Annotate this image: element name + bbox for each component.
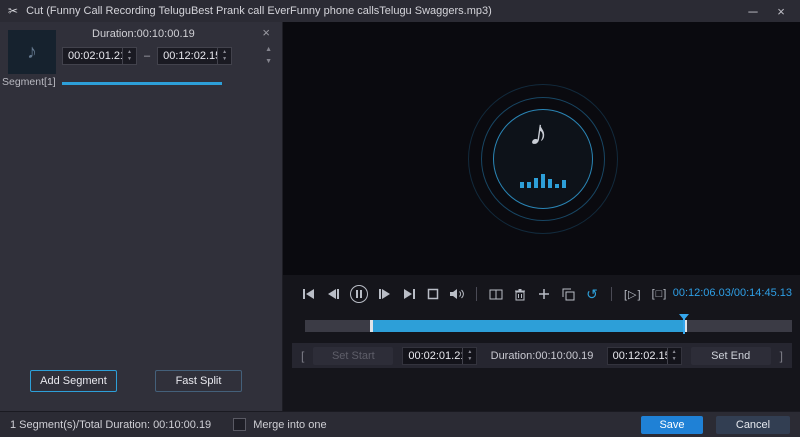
- spinner-down-icon[interactable]: ▼: [467, 357, 472, 362]
- spinner-down-icon[interactable]: ▼: [222, 57, 227, 62]
- segment-panel: ♪ Duration:00:10:00.19 × ▲ ▼ ▲ ▼ – ▲ ▼: [0, 22, 283, 411]
- spinner-down-icon[interactable]: ▼: [127, 57, 132, 62]
- stop-segment-icon[interactable]: [□]: [650, 288, 670, 300]
- segment-start-spinner: ▲ ▼: [122, 48, 136, 64]
- copy-segment-icon[interactable]: [559, 285, 577, 303]
- segment-duration-label: Duration:00:10:00.19: [92, 28, 195, 40]
- playhead-marker[interactable]: [679, 314, 689, 336]
- footer-bar: 1 Segment(s)/Total Duration: 00:10:00.19…: [0, 411, 800, 437]
- player-area: ♪: [283, 22, 800, 411]
- frame-forward-icon[interactable]: [376, 285, 394, 303]
- scissors-icon: ✂: [8, 4, 18, 18]
- frame-back-icon[interactable]: [324, 285, 342, 303]
- trim-start-input[interactable]: ▲ ▼: [402, 347, 477, 365]
- set-end-button[interactable]: Set End: [691, 347, 771, 365]
- segment-reorder: ▲ ▼: [265, 46, 272, 65]
- window-title: Cut (Funny Call Recording TeluguBest Pra…: [26, 5, 492, 17]
- selection-start-handle[interactable]: [370, 320, 373, 332]
- trim-start-value[interactable]: [403, 348, 462, 364]
- spinner-up-icon[interactable]: ▲: [672, 350, 677, 355]
- segment-start-input[interactable]: ▲ ▼: [62, 47, 137, 65]
- set-start-button[interactable]: Set Start: [313, 347, 393, 365]
- music-note-icon: ♪: [27, 41, 37, 64]
- merge-checkbox[interactable]: [233, 418, 246, 431]
- segment-end-input[interactable]: ▲ ▼: [157, 47, 232, 65]
- chevron-up-icon[interactable]: ▲: [265, 46, 272, 53]
- titlebar: ✂ Cut (Funny Call Recording TeluguBest P…: [0, 0, 800, 22]
- audio-visualization: ♪: [468, 84, 618, 234]
- spinner-up-icon[interactable]: ▲: [222, 50, 227, 55]
- spinner-up-icon[interactable]: ▲: [467, 350, 472, 355]
- timeline-selection[interactable]: [370, 320, 687, 332]
- trim-end-input[interactable]: ▲ ▼: [607, 347, 682, 365]
- segment-mini-timeline: [62, 82, 222, 85]
- play-segment-icon[interactable]: [▷]: [622, 288, 644, 301]
- save-button[interactable]: Save: [641, 416, 703, 434]
- segment-time-range: ▲ ▼ – ▲ ▼: [62, 47, 232, 65]
- spinner-up-icon[interactable]: ▲: [127, 50, 132, 55]
- preview-screen: ♪: [283, 22, 800, 275]
- transport-controls: ↺ [▷] [□]: [300, 282, 669, 306]
- minimize-button[interactable]: ─: [742, 2, 764, 20]
- trim-start-spinner: ▲ ▼: [462, 348, 476, 364]
- reset-icon[interactable]: ↺: [583, 285, 601, 303]
- controls-divider: [611, 287, 612, 301]
- chevron-down-icon[interactable]: ▼: [265, 58, 272, 65]
- split-segment-icon[interactable]: [487, 285, 505, 303]
- cancel-button[interactable]: Cancel: [716, 416, 790, 434]
- close-button[interactable]: ×: [770, 2, 792, 20]
- add-segment-icon[interactable]: [535, 285, 553, 303]
- equalizer-bars: [520, 172, 566, 188]
- window-controls: ─ ×: [742, 2, 792, 20]
- pause-icon[interactable]: [348, 283, 370, 305]
- trim-end-value[interactable]: [608, 348, 667, 364]
- trim-duration-label: Duration:00:10:00.19: [486, 350, 597, 362]
- timeline[interactable]: [305, 314, 792, 336]
- segment-thumbnail[interactable]: ♪: [8, 30, 56, 74]
- delete-segment-icon[interactable]: [511, 285, 529, 303]
- start-bracket: [: [301, 349, 304, 363]
- fast-split-button[interactable]: Fast Split: [155, 370, 242, 392]
- segment-end-value[interactable]: [158, 48, 217, 64]
- merge-label: Merge into one: [253, 419, 326, 431]
- skip-end-icon[interactable]: [400, 285, 418, 303]
- cut-dialog-window: ✂ Cut (Funny Call Recording TeluguBest P…: [0, 0, 800, 437]
- playback-time: 00:12:06.03/00:14:45.13: [673, 287, 792, 299]
- add-segment-button[interactable]: Add Segment: [30, 370, 117, 392]
- segments-summary: 1 Segment(s)/Total Duration: 00:10:00.19: [10, 419, 211, 431]
- controls-divider: [476, 287, 477, 301]
- merge-into-one-option[interactable]: Merge into one: [233, 418, 326, 431]
- end-bracket: ]: [780, 349, 783, 363]
- segment-start-value[interactable]: [63, 48, 122, 64]
- trim-bar: [ Set Start ▲ ▼ Duration:00:10:00.19 ▲ ▼…: [292, 343, 792, 368]
- spinner-down-icon[interactable]: ▼: [672, 357, 677, 362]
- segment-end-spinner: ▲ ▼: [217, 48, 231, 64]
- segment-index-label: Segment[1]: [2, 76, 56, 88]
- volume-icon[interactable]: [448, 285, 466, 303]
- remove-segment-icon[interactable]: ×: [262, 25, 270, 40]
- stop-icon[interactable]: [424, 285, 442, 303]
- skip-start-icon[interactable]: [300, 285, 318, 303]
- trim-end-spinner: ▲ ▼: [667, 348, 681, 364]
- range-dash: –: [144, 50, 150, 62]
